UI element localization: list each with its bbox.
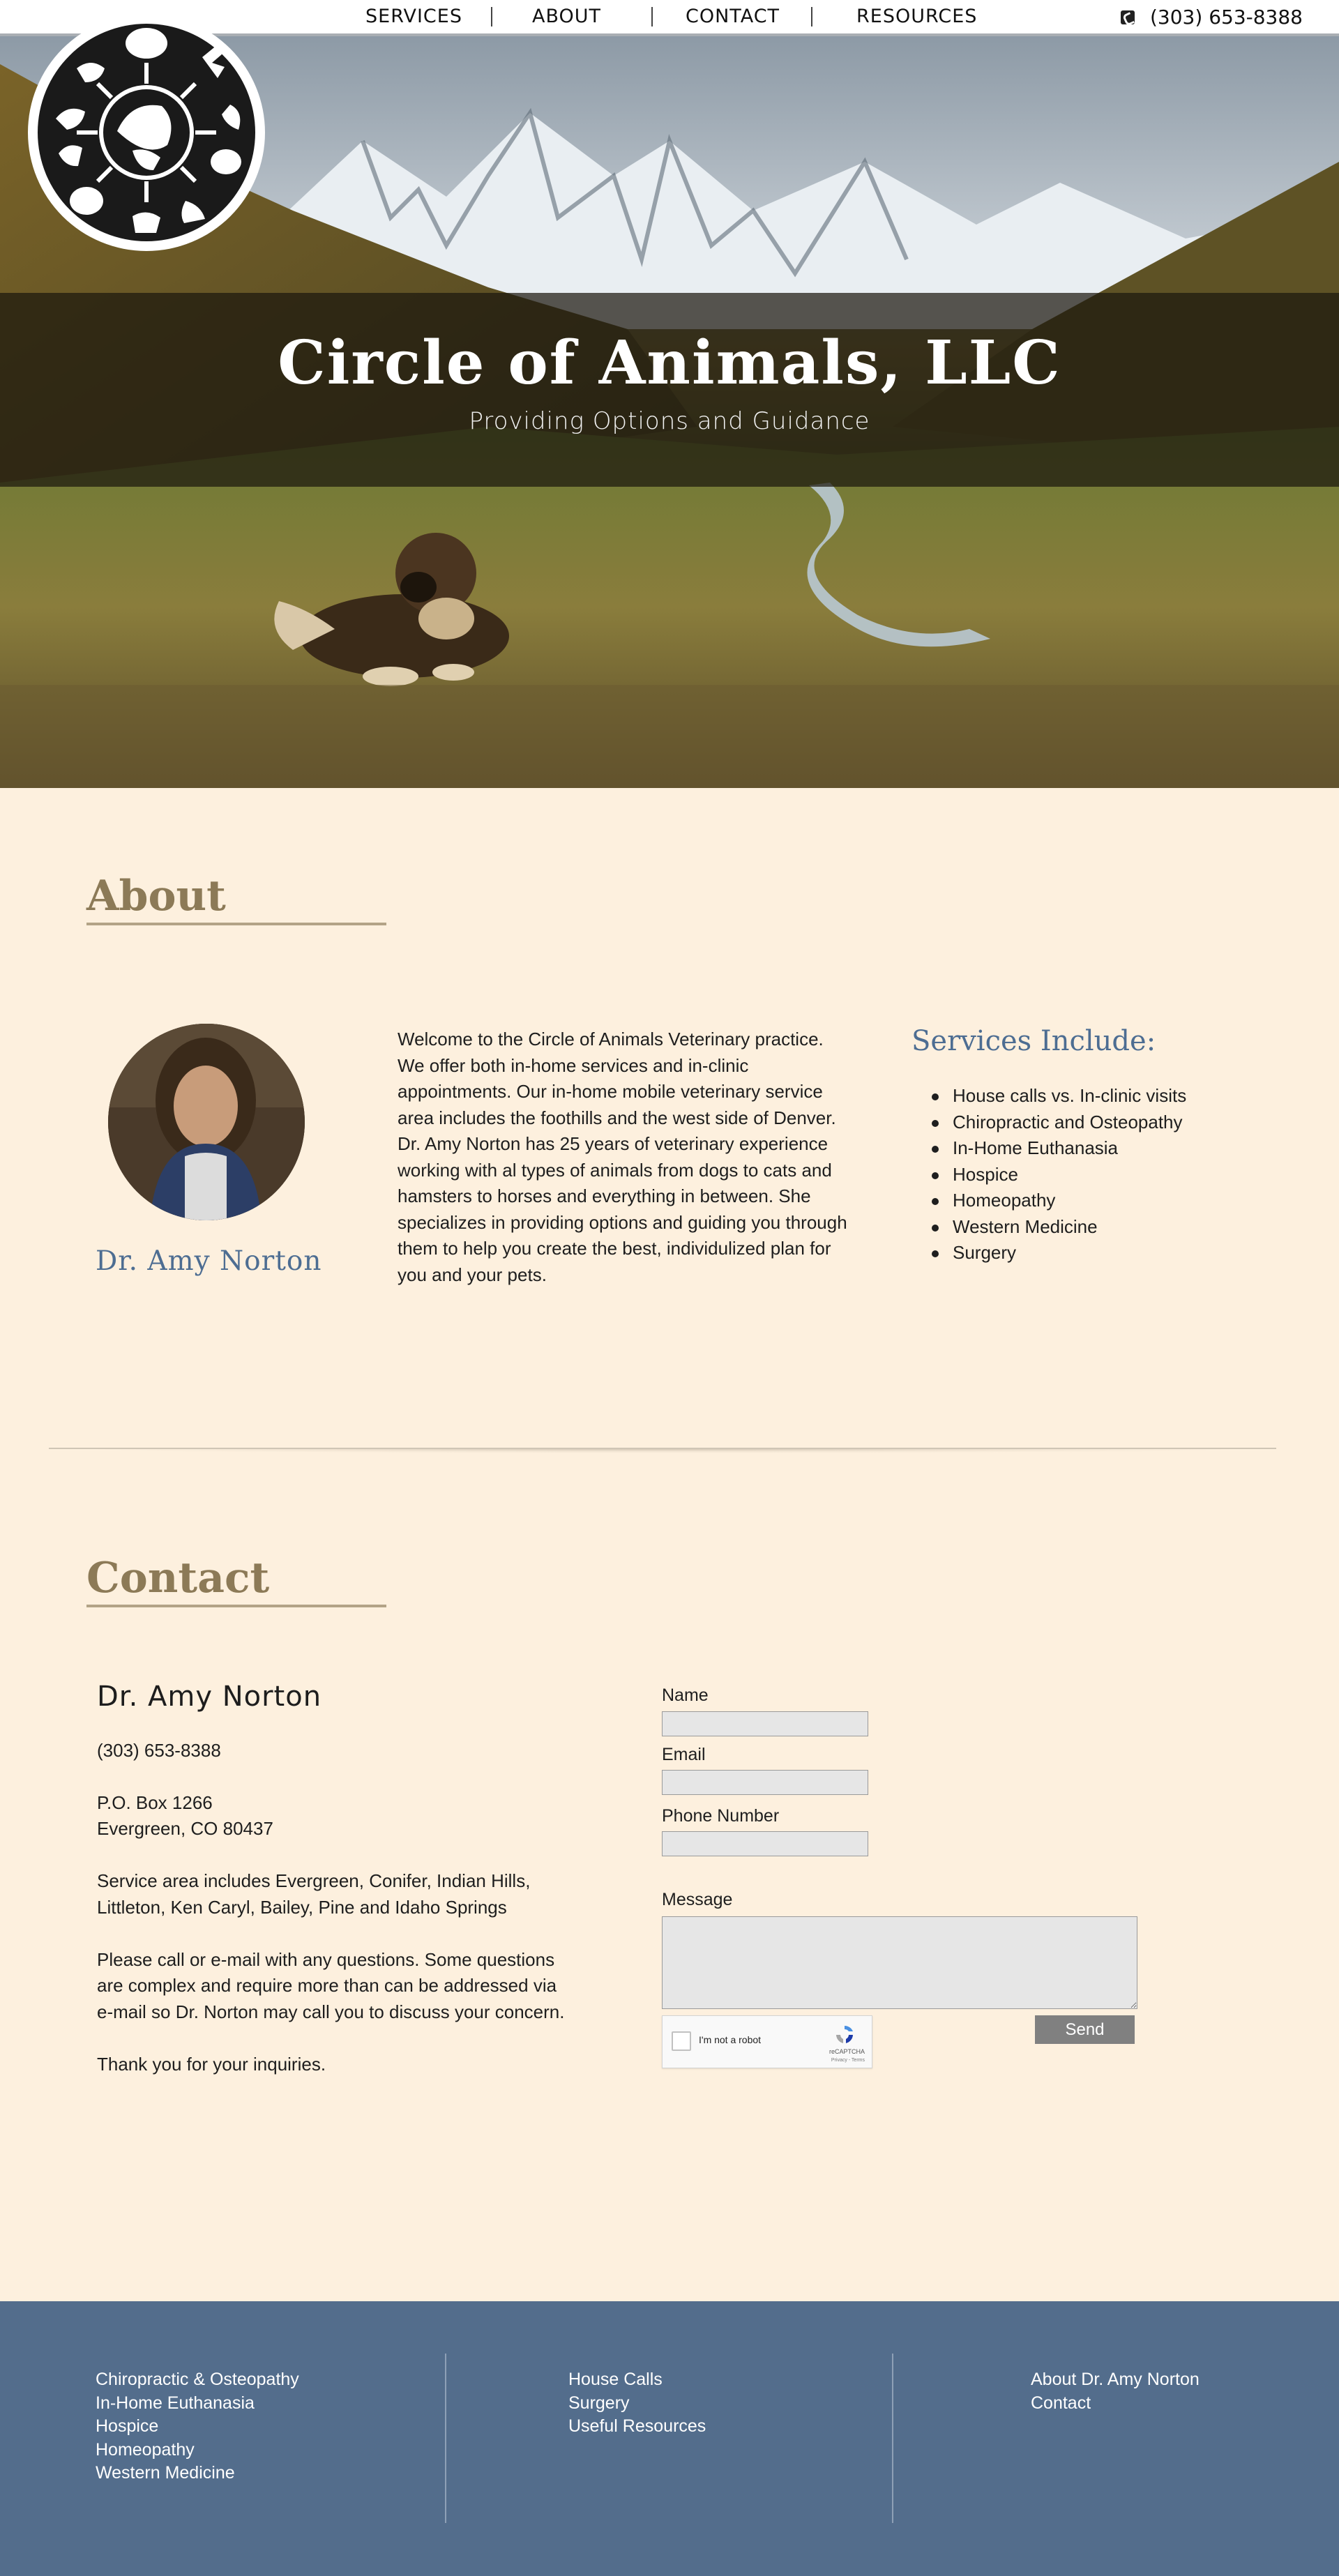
footer-link[interactable]: House Calls <box>568 2370 706 2393</box>
contact-thanks: Thank you for your inquiries. <box>97 2054 326 2075</box>
contact-phone[interactable]: (303) 653-8388 <box>97 1738 221 1764</box>
doctor-photo <box>108 1024 305 1220</box>
nav-services-link[interactable]: SERVICES <box>365 6 462 27</box>
phone-field[interactable] <box>662 1831 868 1856</box>
section-divider <box>49 1448 1276 1458</box>
contact-service-area: Littleton, Ken Caryl, Bailey, Pine and I… <box>97 1897 507 1918</box>
footer-link[interactable]: Western Medicine <box>96 2463 299 2487</box>
footer-link[interactable]: In-Home Euthanasia <box>96 2393 299 2417</box>
service-item: Surgery <box>931 1242 1186 1268</box>
service-item: Homeopathy <box>931 1190 1186 1216</box>
footer-link[interactable]: About Dr. Amy Norton <box>1031 2370 1200 2393</box>
email-field[interactable] <box>662 1770 868 1795</box>
phone-icon <box>1121 10 1135 24</box>
name-label: Name <box>662 1685 709 1705</box>
recaptcha-terms-link[interactable]: Privacy - Terms <box>831 2058 865 2063</box>
service-item: In-Home Euthanasia <box>931 1137 1186 1164</box>
footer-link[interactable]: Useful Resources <box>568 2416 706 2440</box>
service-item: Hospice <box>931 1164 1186 1190</box>
services-heading: Services Include: <box>911 1025 1156 1057</box>
services-list: House calls vs. In-clinic visits Chiropr… <box>931 1085 1186 1268</box>
doctor-portrait <box>108 1024 305 1220</box>
about-intro-line: you and your pets. <box>398 1264 547 1285</box>
nav-contact-link[interactable]: CONTACT <box>686 6 780 27</box>
service-item: House calls vs. In-clinic visits <box>931 1085 1186 1112</box>
nav-resources-link[interactable]: RESOURCES <box>856 6 977 27</box>
doctor-name: Dr. Amy Norton <box>96 1245 322 1277</box>
contact-address-line: Evergreen, CO 80437 <box>97 1818 273 1839</box>
footer-link[interactable]: Chiropractic & Osteopathy <box>96 2370 299 2393</box>
contact-note: Please call or e-mail with any questions… <box>97 1949 555 1970</box>
contact-service-area: Service area includes Evergreen, Conifer… <box>97 1870 531 1891</box>
name-field[interactable] <box>662 1711 868 1736</box>
about-intro-line: We offer both in-home services and in-cl… <box>398 1054 749 1076</box>
about-heading: About <box>86 872 226 920</box>
site-tagline: Providing Options and Guidance <box>469 407 870 435</box>
header-phone-number: (303) 653-8388 <box>1150 6 1303 29</box>
service-item: Chiropractic and Osteopathy <box>931 1112 1186 1138</box>
contact-note: e-mail so Dr. Norton may call you to dis… <box>97 2001 565 2022</box>
footer-link[interactable]: Contact <box>1031 2393 1200 2417</box>
footer-separator <box>445 2354 446 2523</box>
footer-more-column: House Calls Surgery Useful Resources <box>568 2370 706 2440</box>
header-phone[interactable]: (303) 653-8388 <box>1121 6 1303 29</box>
nav-separator <box>491 7 492 26</box>
contact-doctor-name: Dr. Amy Norton <box>97 1681 322 1713</box>
about-intro-line: specializes in providing options and gui… <box>398 1211 847 1233</box>
about-intro-line: appointments. Our in-home mobile veterin… <box>398 1081 823 1102</box>
recaptcha-logo-icon <box>836 2026 853 2043</box>
footer-about-column: About Dr. Amy Norton Contact <box>1031 2370 1200 2416</box>
message-label: Message <box>662 1890 733 1909</box>
nav-separator <box>651 7 653 26</box>
contact-note: are complex and require more than can be… <box>97 1975 557 1996</box>
recaptcha-brand: reCAPTCHA <box>829 2048 865 2055</box>
contact-heading-underline <box>86 1605 386 1607</box>
footer-link[interactable]: Hospice <box>96 2416 299 2440</box>
about-intro: Welcome to the Circle of Animals Veterin… <box>398 1026 858 1288</box>
circle-of-animals-logo[interactable] <box>28 14 265 251</box>
email-label: Email <box>662 1745 706 1764</box>
footer-link[interactable]: Homeopathy <box>96 2440 299 2464</box>
about-intro-line: Welcome to the Circle of Animals Veterin… <box>398 1029 824 1050</box>
service-item: Western Medicine <box>931 1216 1186 1243</box>
logo-graphic <box>31 17 262 248</box>
nav-separator <box>811 7 812 26</box>
phone-label: Phone Number <box>662 1806 780 1826</box>
recaptcha-checkbox[interactable] <box>672 2031 691 2051</box>
about-intro-line: area includes the foothills and the west… <box>398 1107 836 1128</box>
about-intro-line: them to help you create the best, indivi… <box>398 1238 831 1259</box>
about-intro-line: Dr. Amy Norton has 25 years of veterinar… <box>398 1133 829 1154</box>
contact-heading: Contact <box>86 1554 270 1603</box>
site-title: Circle of Animals, LLC <box>278 328 1061 398</box>
footer-link[interactable]: Surgery <box>568 2393 706 2417</box>
about-intro-line: hamsters to horses and everything in bet… <box>398 1185 811 1206</box>
footer-separator <box>892 2354 893 2523</box>
about-intro-line: working with al types of animals from do… <box>398 1159 832 1181</box>
send-button[interactable]: Send <box>1035 2015 1135 2044</box>
contact-address-line: P.O. Box 1266 <box>97 1792 213 1813</box>
about-heading-underline <box>86 923 386 925</box>
recaptcha-widget: I'm not a robot reCAPTCHA Privacy - Term… <box>662 2015 872 2068</box>
site-footer: Chiropractic & Osteopathy In-Home Euthan… <box>0 2301 1339 2576</box>
recaptcha-label: I'm not a robot <box>699 2034 762 2045</box>
message-field[interactable] <box>662 1916 1137 2009</box>
footer-services-column: Chiropractic & Osteopathy In-Home Euthan… <box>96 2370 299 2487</box>
nav-about-link[interactable]: ABOUT <box>532 6 601 27</box>
